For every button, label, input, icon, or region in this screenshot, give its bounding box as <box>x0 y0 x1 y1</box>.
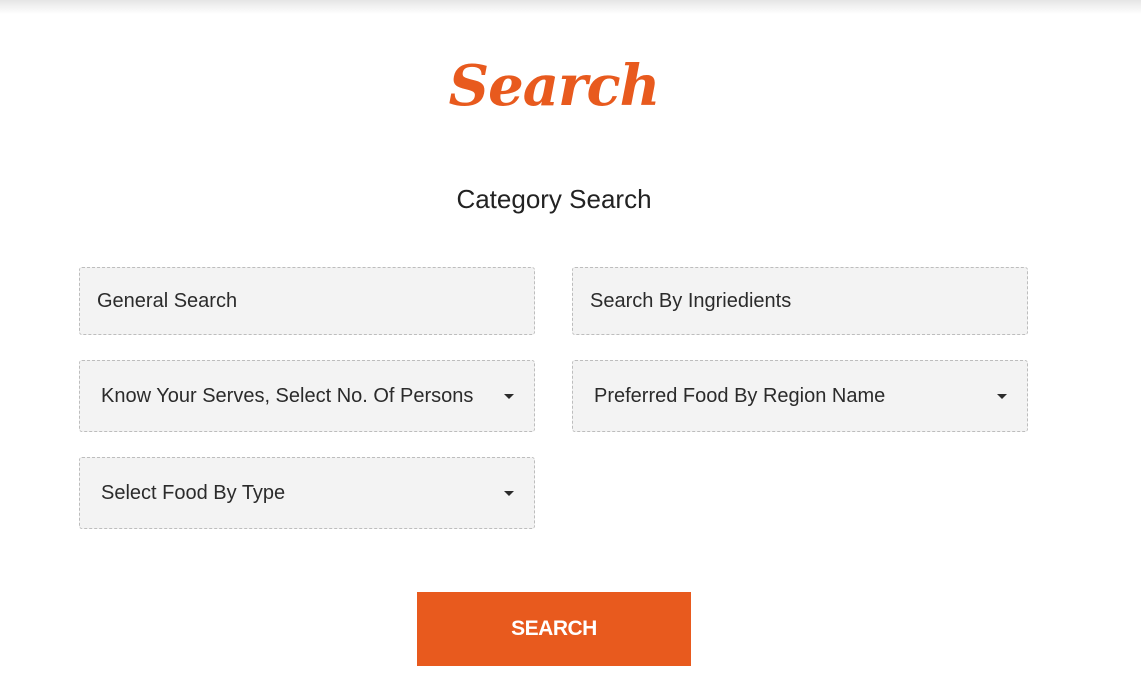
search-button[interactable]: SEARCH <box>417 592 691 666</box>
serves-select-value: Know Your Serves, Select No. Of Persons <box>101 384 474 407</box>
food-type-select[interactable]: Select Food By Type <box>79 457 535 529</box>
category-search-title: Category Search <box>456 184 652 214</box>
top-shadow <box>0 0 1141 14</box>
ingredients-search-input[interactable]: Search By Ingriedients <box>572 267 1028 335</box>
region-select[interactable]: Preferred Food By Region Name <box>572 360 1028 432</box>
page: Search Category Search General Search Se… <box>0 0 1141 677</box>
script-search-title: Search <box>448 53 661 119</box>
general-search-placeholder: General Search <box>97 289 238 312</box>
caret-down-icon <box>997 393 1007 399</box>
general-search-input[interactable]: General Search <box>79 267 535 335</box>
caret-down-icon <box>504 490 514 496</box>
region-select-value: Preferred Food By Region Name <box>594 384 886 407</box>
food-type-select-value: Select Food By Type <box>101 481 286 504</box>
caret-down-icon <box>504 393 514 399</box>
serves-select[interactable]: Know Your Serves, Select No. Of Persons <box>79 360 535 432</box>
ingredients-search-placeholder: Search By Ingriedients <box>590 289 792 312</box>
